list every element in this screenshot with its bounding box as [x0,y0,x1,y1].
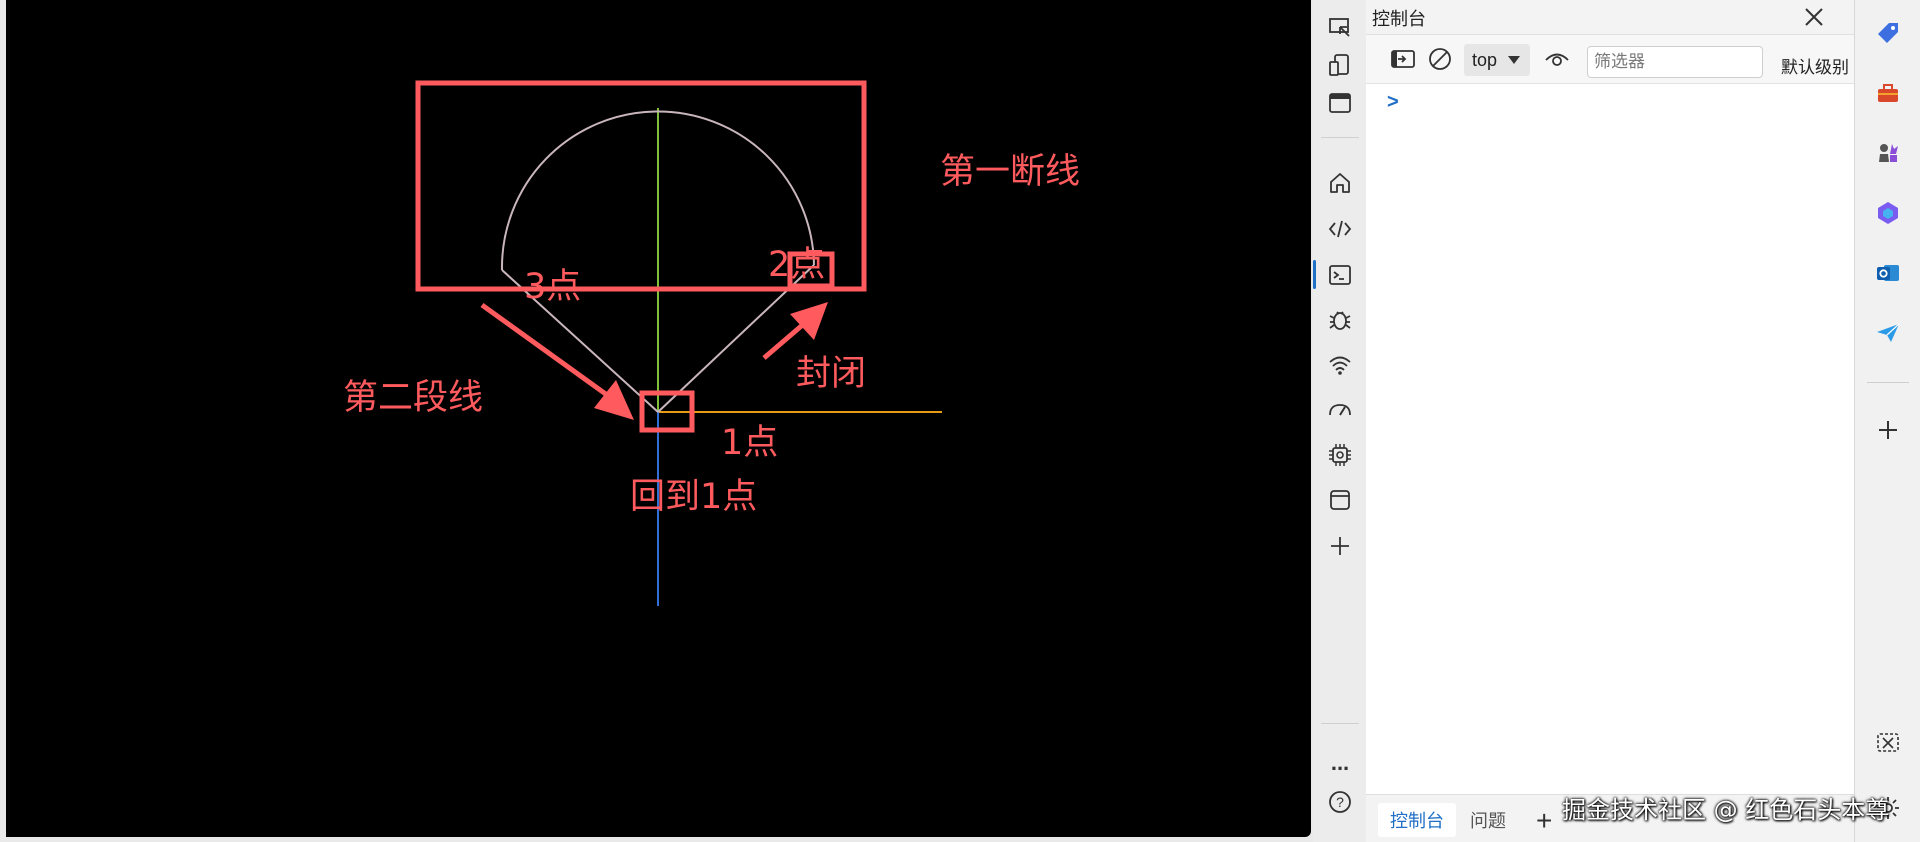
devtools-activity-bar: ... ? [1313,0,1367,842]
point2-label: 2点 [768,245,826,285]
context-select-value: top [1472,49,1498,70]
add-tab-button[interactable]: + [1536,805,1552,837]
chevron-down-icon [1508,56,1520,64]
tag-icon[interactable] [1872,17,1904,49]
sources-icon[interactable] [1325,305,1355,335]
point3-label: 3点 [524,267,582,307]
console-icon[interactable] [1325,260,1355,290]
browser-sidebar [1854,0,1920,842]
home-icon[interactable] [1325,168,1355,198]
more-tools-icon[interactable]: ... [1325,748,1355,778]
console-toolbar: top 默认级别 [1366,35,1854,84]
render-canvas[interactable]: 第一断线 第二段线 3点 2点 1点 封闭 回到1点 [6,0,1311,837]
clear-icon [1429,48,1451,70]
performance-icon[interactable] [1325,395,1355,425]
network-icon[interactable] [1325,350,1355,380]
second-line-label: 第二段线 [343,378,484,418]
close-panel-button[interactable] [1799,2,1829,32]
help-icon[interactable]: ? [1325,787,1355,817]
add-icon[interactable] [1872,414,1904,446]
close-icon [1805,8,1823,26]
log-level-dropdown[interactable]: 默认级别 [1781,53,1849,78]
dock-icon[interactable] [1325,88,1355,118]
active-tool-marker [1313,260,1316,289]
watermark-text: 掘金技术社区 @ 红色石头本尊 [1562,796,1890,824]
sidebar-separator [1867,382,1909,383]
point1-label: 1点 [721,423,779,463]
toolbox-icon[interactable] [1872,77,1904,109]
application-icon[interactable] [1325,485,1355,515]
panel-title-bar: 控制台 [1366,0,1854,35]
filter-input[interactable] [1587,46,1763,78]
activity-separator [1321,137,1359,138]
activity-separator [1321,723,1359,724]
copilot-icon[interactable] [1872,197,1904,229]
inspect-icon[interactable] [1325,13,1355,43]
svg-text:?: ? [1336,794,1344,810]
device-emulation-icon[interactable] [1325,50,1355,80]
elements-icon[interactable] [1325,214,1355,244]
memory-icon[interactable] [1325,440,1355,470]
screenshot-icon[interactable] [1872,727,1904,759]
context-select[interactable]: top [1464,44,1530,76]
tab-console[interactable]: 控制台 [1378,803,1456,837]
clear-console-button[interactable] [1425,44,1455,74]
outlook-icon[interactable] [1872,257,1904,289]
first-line-label: 第一断线 [940,152,1081,192]
console-panel: 控制台 top 默认级别 > 控制台 问题 [1366,0,1854,842]
chess-icon[interactable] [1872,137,1904,169]
eye-icon [1545,53,1569,66]
console-prompt[interactable]: > [1387,91,1399,114]
app-root: 第一断线 第二段线 3点 2点 1点 封闭 回到1点 ... ? 控制台 top… [0,0,1920,842]
live-expression-button[interactable] [1542,44,1572,74]
send-icon[interactable] [1872,317,1904,349]
panel-title: 控制台 [1372,9,1426,29]
add-tool-icon[interactable] [1325,531,1355,561]
tab-issues[interactable]: 问题 [1458,803,1518,837]
sidebar-toggle-icon [1391,50,1415,68]
show-sidebar-button[interactable] [1388,44,1418,74]
back-to-point1-label: 回到1点 [630,477,758,517]
arrow-to-point2 [762,302,828,360]
close-label: 封闭 [796,354,867,394]
scene-drawing [415,80,942,606]
